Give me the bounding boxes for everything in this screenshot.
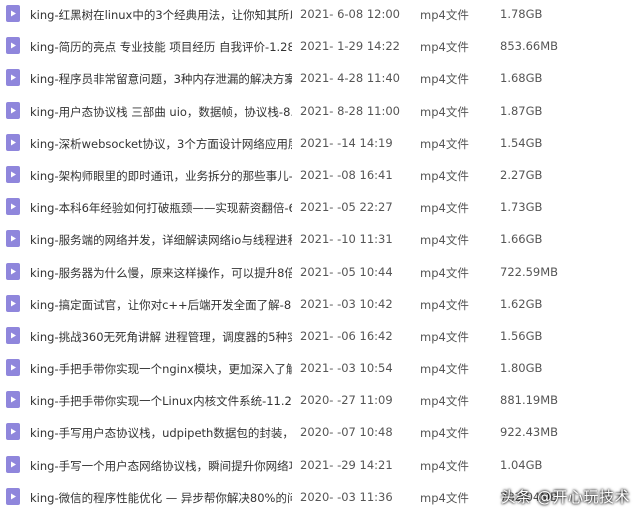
file-row[interactable]: king-手把手带你实现一个Linux内核文件系统-11.26.mp4 2020… (0, 384, 640, 416)
file-type: mp4文件 (420, 490, 469, 505)
file-size: 1.87GB (500, 103, 543, 118)
file-row[interactable]: king-程序员非常留意问题，3种内存泄漏的解决方案-4.2... 2021- … (0, 62, 640, 94)
file-date: 2020- -03 11:36 (300, 489, 393, 504)
file-type: mp4文件 (420, 394, 469, 409)
file-type: mp4文件 (420, 233, 469, 248)
video-file-icon (6, 326, 20, 344)
file-name: king-深析websocket协议，3个方面设计网络应用层协... (30, 136, 292, 151)
video-file-icon (6, 230, 20, 248)
file-type: mp4文件 (420, 458, 469, 473)
file-size: 1.54GB (500, 135, 543, 150)
file-date: 2021- 6-08 12:00 (300, 7, 400, 21)
file-date: 2021- 8-28 11:00 (300, 103, 400, 118)
file-size: 922.43MB (500, 425, 559, 440)
file-name: king-本科6年经验如何打破瓶颈——实现薪资翻倍-6.5.m... (30, 201, 292, 216)
file-row[interactable]: king-简历的亮点 专业技能 项目经历 自我评价-1.28.mp4 2021-… (0, 30, 640, 62)
file-type: mp4文件 (420, 426, 469, 441)
file-date: 2020- -27 11:09 (300, 393, 393, 408)
file-date: 2021- -06 16:42 (300, 328, 393, 343)
file-size: 853.66MB (500, 39, 559, 54)
video-file-icon (6, 423, 20, 441)
file-name: king-服务器为什么慢，原来这样操作，可以提升8倍-21.... (30, 265, 292, 280)
video-file-icon (6, 294, 20, 312)
file-type: mp4文件 (420, 168, 469, 183)
file-date: 2021- -03 10:42 (300, 296, 393, 311)
file-type: mp4文件 (420, 136, 469, 151)
file-type: mp4文件 (420, 329, 469, 344)
file-date: 2021- 1-29 14:22 (300, 39, 400, 54)
file-type: mp4文件 (420, 72, 469, 87)
file-size: 1.73GB (500, 200, 543, 215)
file-date: 2021- 4-28 11:40 (300, 71, 400, 86)
video-file-icon (6, 5, 20, 22)
file-row[interactable]: king-本科6年经验如何打破瓶颈——实现薪资翻倍-6.5.m... 2021-… (0, 191, 640, 223)
file-name: king-红黑树在linux中的3个经典用法，让你知其所以然-6... (30, 8, 292, 22)
file-name: king-用户态协议栈 三部曲 uio，数据帧，协议栈-8.27.m... (30, 104, 292, 119)
file-size: 1.68GB (500, 71, 543, 86)
file-row[interactable]: king-服务器为什么慢，原来这样操作，可以提升8倍-21.... 2021- … (0, 256, 640, 288)
video-file-icon (6, 391, 20, 409)
file-type: mp4文件 (420, 297, 469, 312)
file-type: mp4文件 (420, 265, 469, 280)
video-file-icon (6, 455, 20, 473)
file-size: 1.04GB (500, 457, 543, 472)
file-size: 1.62GB (500, 296, 543, 311)
file-date: 2021- -14 14:19 (300, 135, 393, 150)
video-file-icon (6, 133, 20, 151)
video-file-icon (6, 69, 20, 87)
file-row[interactable]: king-深析websocket协议，3个方面设计网络应用层协... 2021-… (0, 127, 640, 159)
video-file-icon (6, 101, 20, 119)
file-row[interactable]: king-手写用户态协议栈，udpipeth数据包的封装，零拷... 2020-… (0, 416, 640, 448)
file-row[interactable]: king-用户态协议栈 三部曲 uio，数据帧，协议栈-8.27.m... 20… (0, 95, 640, 127)
video-file-icon (6, 262, 20, 280)
file-row[interactable]: king-搞定面试官，让你对c++后端开发全面了解-8.1.mp4 2021- … (0, 288, 640, 320)
file-date: 2021- -08 16:41 (300, 167, 393, 182)
file-name: king-手写一个用户态网络协议栈，瞬间提升你网络功底-... (30, 458, 292, 473)
file-size: 1.66GB (500, 232, 543, 247)
file-name: king-架构师眼里的即时通讯，业务拆分的那些事儿-10.5.... (30, 168, 292, 183)
video-file-icon (6, 198, 20, 216)
file-size: 1.78GB (500, 7, 543, 21)
file-type: mp4文件 (420, 362, 469, 377)
file-type: mp4文件 (420, 8, 469, 22)
file-date: 2021- -29 14:21 (300, 457, 393, 472)
file-size: 1.56GB (500, 328, 543, 343)
file-type: mp4文件 (420, 40, 469, 55)
file-date: 2021- -05 10:44 (300, 264, 393, 279)
file-name: king-微信的程序性能优化 — 异步帮你解决80%的问题-1... (30, 490, 292, 505)
file-size: 1.80GB (500, 361, 543, 376)
watermark: 头条 @开心玩技术 (500, 488, 630, 506)
file-name: king-手写用户态协议栈，udpipeth数据包的封装，零拷... (30, 426, 292, 441)
file-row[interactable]: king-红黑树在linux中的3个经典用法，让你知其所以然-6... 2021… (0, 0, 640, 30)
file-type: mp4文件 (420, 201, 469, 216)
file-row[interactable]: king-服务端的网络并发，详细解读网络io与线程进程的... 2021- -1… (0, 223, 640, 255)
file-type: mp4文件 (420, 104, 469, 119)
file-size: 2.27GB (500, 167, 543, 182)
file-size: 881.19MB (500, 393, 559, 408)
file-name: king-搞定面试官，让你对c++后端开发全面了解-8.1.mp4 (30, 297, 292, 312)
file-size: 722.59MB (500, 264, 559, 279)
file-row[interactable]: king-挑战360无死角讲解 进程管理，调度器的5种实现-4... 2021-… (0, 320, 640, 352)
file-name: king-手把手带你实现一个nginx模块，更加深入了解ngin... (30, 362, 292, 377)
file-name: king-服务端的网络并发，详细解读网络io与线程进程的... (30, 233, 292, 248)
file-date: 2021- -05 22:27 (300, 200, 393, 215)
file-name: king-挑战360无死角讲解 进程管理，调度器的5种实现-4... (30, 329, 292, 344)
file-row[interactable]: king-架构师眼里的即时通讯，业务拆分的那些事儿-10.5.... 2021-… (0, 159, 640, 191)
file-list: king-红黑树在linux中的3个经典用法，让你知其所以然-6... 2021… (0, 0, 640, 515)
file-row[interactable]: king-手写一个用户态网络协议栈，瞬间提升你网络功底-... 2021- -2… (0, 449, 640, 481)
file-row[interactable]: king-手把手带你实现一个nginx模块，更加深入了解ngin... 2021… (0, 352, 640, 384)
file-name: king-程序员非常留意问题，3种内存泄漏的解决方案-4.2... (30, 72, 292, 87)
file-name: king-手把手带你实现一个Linux内核文件系统-11.26.mp4 (30, 394, 292, 409)
file-date: 2020- -07 10:48 (300, 425, 393, 440)
video-file-icon (6, 359, 20, 377)
file-date: 2021- -03 10:54 (300, 361, 393, 376)
video-file-icon (6, 37, 20, 55)
video-file-icon (6, 487, 20, 505)
file-date: 2021- -10 11:31 (300, 232, 393, 247)
video-file-icon (6, 165, 20, 183)
file-name: king-简历的亮点 专业技能 项目经历 自我评价-1.28.mp4 (30, 40, 292, 55)
